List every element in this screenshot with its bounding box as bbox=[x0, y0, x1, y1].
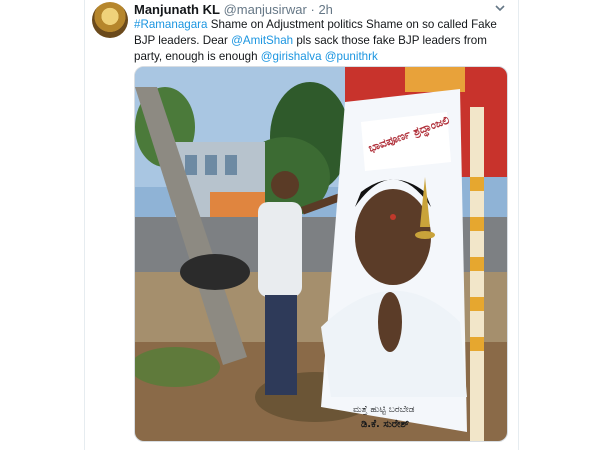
user-avatar[interactable] bbox=[92, 2, 128, 38]
tweet-photo[interactable]: ಭಾವಪೂರ್ಣ ಶ್ರದ್ಧಾಂಜಲಿ ಮತ್ತೆ ಹುಟ್ಟಿ ಬರಬೇಡ … bbox=[134, 66, 508, 442]
tweet-text: #Ramanagara Shame on Adjustment politics… bbox=[134, 17, 504, 65]
hashtag-link[interactable]: #Ramanagara bbox=[134, 18, 207, 31]
tweet-header: Manjunath KL @manjusirwar · 2h bbox=[134, 2, 512, 18]
tweet-time[interactable]: 2h bbox=[318, 2, 332, 17]
poster-footer-line2: ಡಿ.ಕೆ. ಸುರೇಶ್ bbox=[361, 419, 409, 430]
mention-link[interactable]: @AmitShah bbox=[231, 34, 293, 47]
user-handle[interactable]: @manjusirwar bbox=[224, 2, 307, 17]
display-name[interactable]: Manjunath KL bbox=[134, 2, 220, 17]
mention-link[interactable]: @girishalva bbox=[261, 50, 322, 63]
separator-dot: · bbox=[310, 2, 315, 17]
photo-scene: ಭಾವಪೂರ್ಣ ಶ್ರದ್ಧಾಂಜಲಿ ಮತ್ತೆ ಹುಟ್ಟಿ ಬರಬೇಡ … bbox=[135, 67, 507, 441]
poster-footer-line1: ಮತ್ತೆ ಹುಟ್ಟಿ ಬರಬೇಡ bbox=[353, 405, 415, 415]
chevron-down-icon[interactable] bbox=[494, 2, 506, 18]
mention-link[interactable]: @punithrk bbox=[325, 50, 378, 63]
